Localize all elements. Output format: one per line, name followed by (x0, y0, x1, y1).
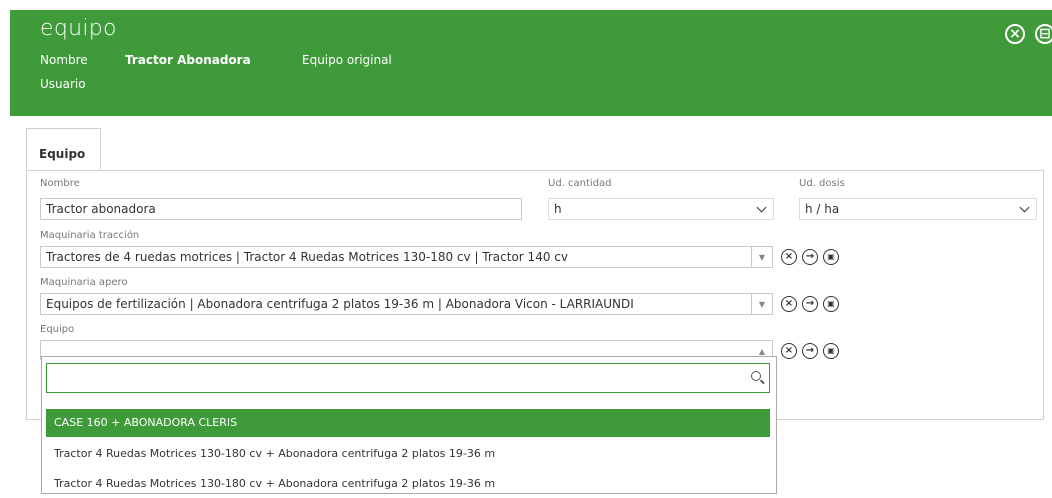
ud-cantidad-value: h (554, 202, 562, 216)
details-icon[interactable]: ▣ (823, 249, 839, 265)
save-icon[interactable]: ⊟ (1035, 24, 1052, 44)
ud-dosis-select[interactable]: h / ha (799, 198, 1037, 220)
dropdown-search-input[interactable] (46, 363, 770, 393)
tab-equipo[interactable]: Equipo (26, 128, 101, 170)
nombre-label: Nombre (40, 53, 88, 67)
close-icon[interactable]: × (1005, 24, 1025, 44)
ud-cantidad-select[interactable]: h (548, 198, 774, 220)
nombre-field-label: Nombre (40, 178, 80, 189)
dropdown-arrow-icon[interactable]: ▼ (751, 294, 772, 314)
details-icon[interactable]: ▣ (823, 296, 839, 312)
details-icon[interactable]: ▣ (823, 343, 839, 359)
page-title: equipo (40, 16, 117, 41)
go-icon[interactable]: → (802, 249, 818, 265)
dropdown-option[interactable]: CASE 160 + ABONADORA CLERIS (46, 409, 770, 437)
tab-bar: Equipo (26, 128, 1044, 171)
clear-icon[interactable]: × (781, 343, 797, 359)
maquinaria-apero-select[interactable]: Equipos de fertilización | Abonadora cen… (40, 293, 773, 315)
ud-dosis-value: h / ha (805, 202, 840, 216)
dropdown-arrow-icon[interactable]: ▼ (751, 247, 772, 267)
ud-dosis-label: Ud. dosis (799, 178, 845, 189)
clear-icon[interactable]: × (781, 296, 797, 312)
nombre-value: Tractor Abonadora (125, 53, 251, 67)
nombre-input[interactable]: Tractor abonadora (40, 198, 522, 220)
equipo-dropdown: CASE 160 + ABONADORA CLERIS Tractor 4 Ru… (41, 356, 777, 494)
go-icon[interactable]: → (802, 343, 818, 359)
dropdown-option[interactable]: Tractor 4 Ruedas Motrices 130-180 cv + A… (46, 440, 770, 468)
clear-icon[interactable]: × (781, 249, 797, 265)
maquinaria-apero-value: Equipos de fertilización | Abonadora cen… (46, 297, 634, 311)
maquinaria-apero-label: Maquinaria apero (40, 277, 128, 288)
usuario-label: Usuario (40, 77, 86, 91)
equipo-label: Equipo (40, 324, 75, 335)
equipo-original-label: Equipo original (302, 53, 392, 67)
maquinaria-traccion-select[interactable]: Tractores de 4 ruedas motrices | Tractor… (40, 246, 773, 268)
chevron-down-icon (756, 202, 767, 213)
ud-cantidad-label: Ud. cantidad (548, 178, 612, 189)
maquinaria-traccion-value: Tractores de 4 ruedas motrices | Tractor… (46, 250, 568, 264)
chevron-down-icon (1019, 202, 1030, 213)
maquinaria-traccion-label: Maquinaria tracción (40, 230, 140, 241)
page-header: equipo Nombre Tractor Abonadora Equipo o… (10, 10, 1052, 116)
go-icon[interactable]: → (802, 296, 818, 312)
search-icon (751, 371, 761, 381)
